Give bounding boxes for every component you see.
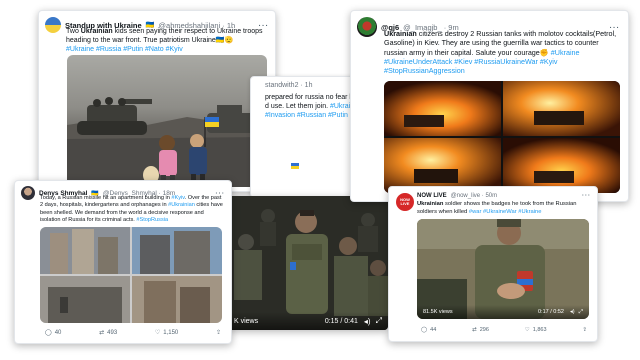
like-count: 1,150 (163, 329, 179, 336)
avatar[interactable] (357, 17, 377, 37)
more-options-icon[interactable]: ··· (582, 193, 591, 199)
retweet-count: 493 (107, 329, 118, 336)
video-time: 0:17 / 0:52 (538, 309, 564, 315)
share-icon: ⇪ (215, 330, 221, 336)
volume-icon[interactable]: ◂) (570, 309, 575, 315)
hashtags[interactable]: #UkraineUnderAttack #Kiev #RussiaUkraine… (384, 57, 620, 76)
retweet-button[interactable]: ⇄ 296 (472, 327, 489, 333)
video-controls[interactable]: K views 0:15 / 0:41 ◂) ⤢ (228, 312, 388, 330)
video-views: 81.5K views (423, 309, 453, 315)
soldier-badges-video-frame (417, 219, 589, 319)
heart-icon: ♡ (524, 327, 530, 333)
like-count: 1,863 (532, 327, 547, 333)
tweet-photo-grid-buildings[interactable] (40, 227, 222, 323)
retweet-icon: ⇄ (472, 327, 477, 333)
share-button[interactable]: ⇪ (582, 327, 587, 333)
kids-tanks-illustration (67, 97, 267, 187)
video-player[interactable]: K views 0:15 / 0:41 ◂) ⤢ (228, 196, 388, 330)
share-button[interactable]: ⇪ (216, 329, 221, 336)
handle-time: @now_live · 50m (450, 193, 498, 199)
tweet-text: Two Ukrainian kids seen paying their res… (66, 27, 268, 54)
hashtag-ukraine[interactable]: #Ukrai (330, 103, 350, 110)
share-icon: ⇪ (582, 327, 587, 333)
hashtags[interactable]: #Ukraine #Russia #Putin #Nato #Kyiv (66, 45, 268, 54)
reply-count: 40 (54, 329, 62, 336)
hashtags[interactable]: #war #UkraineWar #Ukraine (469, 209, 542, 215)
soldiers-video-frame (228, 196, 388, 330)
now-live-logo[interactable]: NOW LIVE (396, 193, 414, 211)
reply-count: 44 (430, 327, 437, 333)
tweet-text: Ukrainian soldier shows the badges he to… (417, 201, 591, 216)
tweet-qj6[interactable]: @qj6 @_Imagjb_ · 9m ··· Ukrainian citize… (350, 10, 629, 202)
ukraine-flag-icon (291, 163, 299, 169)
like-button[interactable]: ♡ 1,863 (525, 327, 547, 333)
volume-icon[interactable]: ◂) (364, 317, 371, 326)
video-controls[interactable]: 81.5K views 0:17 / 0:52 ◂) ⤢ (417, 305, 589, 319)
retweet-count: 296 (479, 327, 489, 333)
text-bold: Ukrainian (80, 28, 113, 35)
tweet-standup-with-ukraine[interactable]: Standup with Ukraine 🇺🇦 @ahmedshahjilani… (38, 10, 276, 192)
tweet-photo-grid-fires[interactable] (384, 81, 620, 193)
author-name[interactable]: NOW LIVE (417, 193, 447, 199)
tweet-text: Today, a Russian missile hit an apartmen… (40, 195, 224, 224)
retweet-button[interactable]: ⇄ 493 (99, 329, 118, 337)
reply-icon: ◯ (421, 327, 428, 333)
tweet-now-live[interactable]: NOW LIVE NOW LIVE @now_live · 50m ··· Uk… (388, 186, 598, 342)
fire-photos-grid (384, 81, 620, 193)
tweet-actions: ◯ 40 ⇄ 493 ♡ 1,150 ⇪ (45, 329, 221, 337)
text-part-1: Today, a Russian missile hit an apartmen… (40, 195, 172, 201)
reply-icon: ◯ (45, 330, 52, 336)
text-lead: Two (66, 28, 81, 35)
reply-button[interactable]: ◯ 44 (421, 327, 436, 333)
avatar[interactable] (45, 17, 61, 33)
reply-button[interactable]: ◯ 40 (45, 329, 62, 337)
video-player[interactable]: 81.5K views 0:17 / 0:52 ◂) ⤢ (417, 219, 589, 319)
logo-text: NOW LIVE (400, 197, 410, 206)
tweet-actions: ◯ 44 ⇄ 296 ♡ 1,863 ⇪ (421, 327, 587, 333)
handle-time: standwith2 · 1h (265, 82, 313, 89)
video-time: 0:15 / 0:41 (324, 317, 358, 325)
like-button[interactable]: ♡ 1,150 (154, 329, 179, 337)
heart-icon: ♡ (154, 330, 161, 336)
hashtag-ukrainian[interactable]: #Ukrainian (168, 202, 195, 208)
text-bold: Ukrainian (384, 29, 417, 38)
retweet-icon: ⇄ (99, 330, 105, 336)
fullscreen-icon[interactable]: ⤢ (579, 309, 583, 316)
hashtag-kyiv[interactable]: #Kyiv (171, 195, 184, 201)
video-views: K views (234, 317, 259, 325)
text-line-2: d use. Let them join. (265, 103, 330, 111)
text-rest: citizens destroy 2 Russian tanks with mo… (384, 29, 617, 57)
hashtag-ukraine[interactable]: #Ukraine (551, 48, 580, 57)
damaged-buildings-grid (40, 227, 222, 323)
fullscreen-icon[interactable]: ⤢ (376, 316, 382, 326)
hashtag-stoprussia[interactable]: #StopRussia (136, 217, 168, 223)
avatar[interactable] (21, 186, 35, 200)
tweet-video-soldiers[interactable]: K views 0:15 / 0:41 ◂) ⤢ (228, 196, 388, 330)
tweet-photo-kids-and-troops[interactable] (67, 55, 267, 187)
tweet-denys-shmyhal[interactable]: Denys Shmyhal 🇺🇦 @Denys_Shmyhal · 18m ··… (14, 180, 232, 344)
text-bold: Ukrainian (417, 201, 444, 207)
tweet-text: Ukrainian citizens destroy 2 Russian tan… (384, 29, 620, 76)
